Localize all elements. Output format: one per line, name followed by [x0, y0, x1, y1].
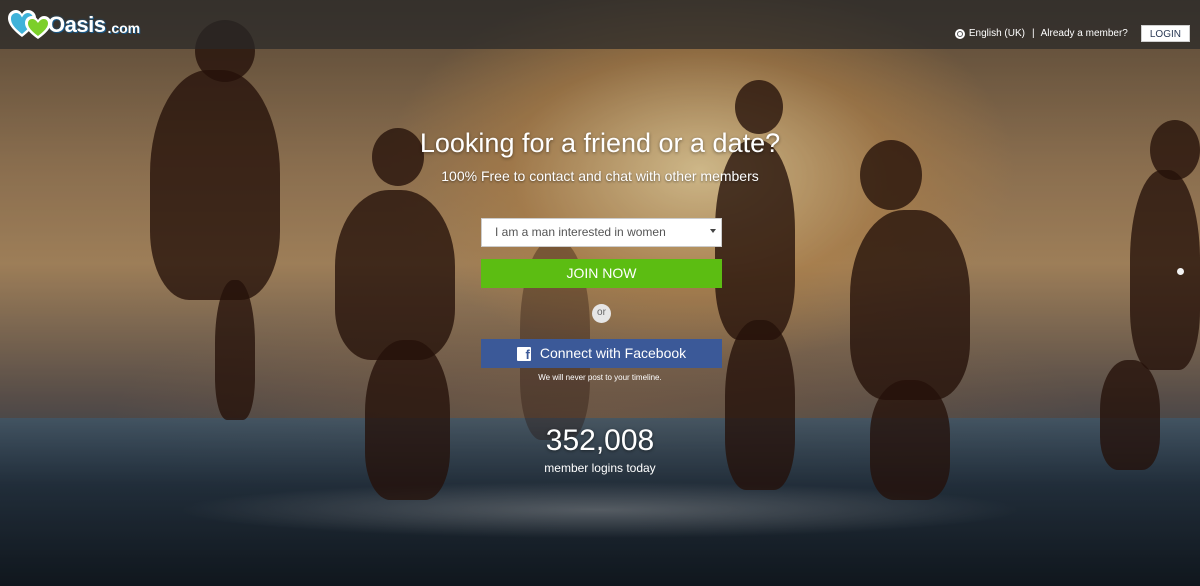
page-title: Looking for a friend or a date?: [419, 128, 781, 158]
dark-overlay: [0, 0, 1200, 586]
already-member-text: Already a member?: [1040, 28, 1128, 39]
facebook-label: Connect with Facebook: [539, 345, 687, 361]
page-subtitle: 100% Free to contact and chat with other…: [441, 168, 759, 184]
logo-tld: .com: [107, 20, 141, 36]
facebook-icon: f: [516, 346, 531, 361]
logo[interactable]: Oasis .com: [8, 9, 140, 41]
login-button[interactable]: LOGIN: [1140, 25, 1190, 42]
logins-label: member logins today: [544, 461, 656, 475]
facebook-note: We will never post to your timeline.: [538, 373, 662, 382]
logo-text: Oasis: [48, 12, 106, 37]
select-value: I am a man interested in women: [495, 225, 666, 239]
globe-icon[interactable]: [954, 28, 965, 39]
caret-down-icon: [710, 229, 716, 233]
gender-preference-select[interactable]: I am a man interested in women: [481, 218, 722, 247]
nav-separator: |: [1032, 28, 1035, 39]
hearts-logo-icon: [8, 10, 52, 40]
top-nav: English (UK) | Already a member? LOGIN: [954, 25, 1190, 42]
top-header: Oasis .com English (UK) | Already a memb…: [0, 0, 1200, 49]
scroll-indicator-dot[interactable]: [1177, 268, 1184, 275]
facebook-connect-button[interactable]: f Connect with Facebook: [481, 339, 722, 368]
logins-count: 352,008: [545, 424, 655, 457]
or-divider: or: [592, 304, 611, 323]
join-now-button[interactable]: JOIN NOW: [481, 259, 722, 288]
language-selector[interactable]: English (UK): [969, 28, 1025, 39]
